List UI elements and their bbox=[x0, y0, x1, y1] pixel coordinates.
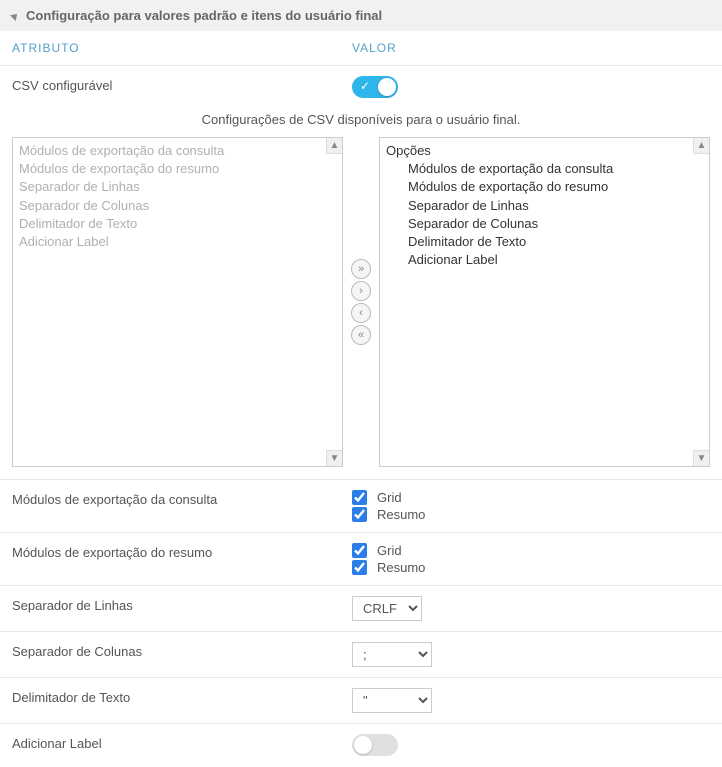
mod-consulta-resumo-checkbox[interactable] bbox=[352, 507, 367, 522]
list-item-root[interactable]: Opções bbox=[386, 142, 703, 160]
available-listbox[interactable]: Módulos de exportação da consulta Módulo… bbox=[12, 137, 343, 467]
checkbox-label: Grid bbox=[377, 543, 425, 558]
move-all-left-button[interactable]: « bbox=[351, 325, 371, 345]
scroll-up-icon[interactable]: ▲ bbox=[326, 138, 342, 154]
scroll-down-icon[interactable]: ▼ bbox=[693, 450, 709, 466]
row-delim-texto: Delimitador de Texto " bbox=[0, 677, 722, 723]
sep-linhas-label: Separador de Linhas bbox=[12, 596, 352, 613]
delim-texto-select[interactable]: " bbox=[352, 688, 432, 713]
csv-configurable-label: CSV configurável bbox=[12, 76, 352, 93]
transfer-buttons: » › ‹ « bbox=[351, 259, 371, 345]
csv-configurable-toggle[interactable]: ✓ bbox=[352, 76, 398, 98]
panel-header[interactable]: Configuração para valores padrão e itens… bbox=[0, 0, 722, 31]
scroll-down-icon[interactable]: ▼ bbox=[326, 450, 342, 466]
row-mod-consulta: Módulos de exportação da consulta Grid R… bbox=[0, 479, 722, 532]
row-mod-resumo: Módulos de exportação do resumo Grid Res… bbox=[0, 532, 722, 585]
mod-resumo-resumo-checkbox[interactable] bbox=[352, 560, 367, 575]
mod-consulta-grid-checkbox[interactable] bbox=[352, 490, 367, 505]
list-item[interactable]: Delimitador de Texto bbox=[386, 233, 703, 251]
row-csv-configurable: CSV configurável ✓ bbox=[0, 65, 722, 108]
list-item[interactable]: Separador de Colunas bbox=[386, 215, 703, 233]
delim-texto-label: Delimitador de Texto bbox=[12, 688, 352, 705]
mod-resumo-grid-checkbox[interactable] bbox=[352, 543, 367, 558]
checkbox-label: Resumo bbox=[377, 560, 425, 575]
add-label-label: Adicionar Label bbox=[12, 734, 352, 751]
list-item[interactable]: Separador de Colunas bbox=[19, 197, 336, 215]
list-item[interactable]: Módulos de exportação do resumo bbox=[19, 160, 336, 178]
list-item[interactable]: Módulos de exportação da consulta bbox=[386, 160, 703, 178]
list-item[interactable]: Adicionar Label bbox=[19, 233, 336, 251]
row-sep-linhas: Separador de Linhas CRLF bbox=[0, 585, 722, 631]
row-sep-colunas: Separador de Colunas ; bbox=[0, 631, 722, 677]
toggle-knob bbox=[378, 78, 396, 96]
list-item[interactable]: Adicionar Label bbox=[386, 251, 703, 269]
mod-resumo-label: Módulos de exportação do resumo bbox=[12, 543, 352, 560]
mod-consulta-label: Módulos de exportação da consulta bbox=[12, 490, 352, 507]
sep-colunas-label: Separador de Colunas bbox=[12, 642, 352, 659]
list-item[interactable]: Separador de Linhas bbox=[386, 197, 703, 215]
list-item[interactable]: Módulos de exportação do resumo bbox=[386, 178, 703, 196]
move-right-button[interactable]: › bbox=[351, 281, 371, 301]
toggle-knob bbox=[354, 736, 372, 754]
checkbox-label: Grid bbox=[377, 490, 425, 505]
sep-colunas-select[interactable]: ; bbox=[352, 642, 432, 667]
check-icon: ✓ bbox=[360, 79, 370, 93]
move-left-button[interactable]: ‹ bbox=[351, 303, 371, 323]
list-item[interactable]: Separador de Linhas bbox=[19, 178, 336, 196]
column-headers: ATRIBUTO VALOR bbox=[0, 31, 722, 65]
move-all-right-button[interactable]: » bbox=[351, 259, 371, 279]
sep-linhas-select[interactable]: CRLF bbox=[352, 596, 422, 621]
panel-title: Configuração para valores padrão e itens… bbox=[26, 8, 382, 23]
dual-list-subtitle: Configurações de CSV disponíveis para o … bbox=[0, 108, 722, 137]
header-attribute: ATRIBUTO bbox=[12, 41, 352, 55]
list-item[interactable]: Delimitador de Texto bbox=[19, 215, 336, 233]
collapse-icon bbox=[10, 11, 20, 21]
checkbox-label: Resumo bbox=[377, 507, 425, 522]
row-add-label: Adicionar Label bbox=[0, 723, 722, 766]
header-value: VALOR bbox=[352, 41, 710, 55]
scroll-up-icon[interactable]: ▲ bbox=[693, 138, 709, 154]
add-label-toggle[interactable] bbox=[352, 734, 398, 756]
selected-listbox[interactable]: Opções Módulos de exportação da consulta… bbox=[379, 137, 710, 467]
dual-list-container: Módulos de exportação da consulta Módulo… bbox=[0, 137, 722, 479]
list-item[interactable]: Módulos de exportação da consulta bbox=[19, 142, 336, 160]
